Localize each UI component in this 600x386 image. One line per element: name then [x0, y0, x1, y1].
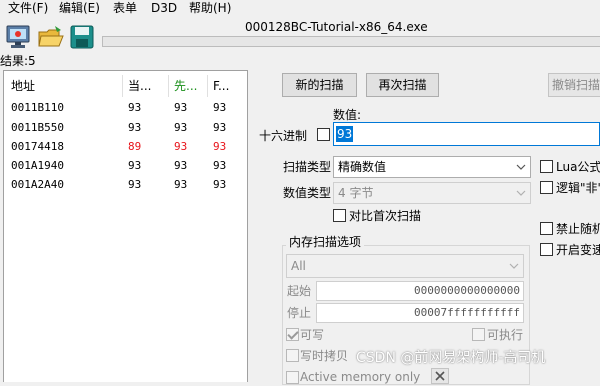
menu-bar: 文件(F) 编辑(E) 表单 D3D 帮助(H) [0, 0, 600, 16]
row-current: 93 [128, 159, 142, 172]
disable-random-checkbox[interactable] [540, 222, 553, 235]
value-type-label: 数值类型 [283, 186, 332, 200]
executable-checkbox[interactable] [472, 328, 485, 341]
value-type-value: 4 字节 [338, 186, 374, 200]
menu-edit[interactable]: 编辑(E) [57, 0, 102, 16]
hex-checkbox[interactable] [317, 128, 330, 141]
row-first: 93 [213, 140, 227, 153]
speedhack-label: 开启变速 [556, 243, 600, 257]
chevron-down-icon [516, 190, 526, 196]
undo-scan-button[interactable]: 撤销扫描 [548, 73, 600, 97]
memory-scan-options-title: 内存扫描选项 [286, 234, 365, 250]
row-first: 93 [213, 121, 227, 134]
logic-not-label: 逻辑"非" [556, 181, 600, 195]
menu-help[interactable]: 帮助(H) [187, 0, 233, 16]
new-scan-button[interactable]: 新的扫描 [282, 73, 357, 97]
memory-region-value: All [291, 259, 306, 273]
row-current: 93 [128, 121, 142, 134]
chevron-down-icon [509, 263, 519, 269]
start-address-value: 0000000000000000 [414, 284, 520, 297]
logic-not-checkbox[interactable] [540, 181, 553, 194]
save-disk-icon [70, 25, 94, 49]
hex-label: 十六进制 [259, 129, 308, 143]
column-address[interactable]: 地址 [11, 78, 35, 94]
select-process-button[interactable] [4, 24, 32, 50]
column-divider [207, 75, 208, 97]
executable-label: 可执行 [487, 328, 524, 342]
active-memory-checkbox[interactable] [286, 371, 299, 384]
row-current: 89 [128, 140, 142, 153]
menu-table[interactable]: 表单 [111, 0, 139, 16]
row-address: 0011B550 [11, 121, 64, 134]
lua-formula-checkbox[interactable] [540, 160, 553, 173]
disable-random-label: 禁止随机 [556, 222, 600, 236]
menu-d3d[interactable]: D3D [149, 0, 179, 16]
lua-formula-label: Lua公式 [556, 160, 600, 174]
menu-file[interactable]: 文件(F) [6, 0, 50, 16]
value-type-select[interactable]: 4 字节 [333, 182, 531, 204]
stop-address-label: 停止 [287, 306, 312, 320]
column-previous[interactable]: 先... [174, 78, 197, 94]
scan-type-value: 精确数值 [338, 160, 387, 174]
memory-region-select[interactable]: All [286, 254, 524, 278]
column-divider [122, 75, 123, 97]
writable-checkbox[interactable] [286, 328, 299, 341]
row-previous: 93 [174, 178, 188, 191]
column-current[interactable]: 当... [128, 78, 151, 94]
open-file-button[interactable] [37, 24, 65, 50]
copy-on-write-checkbox[interactable] [286, 349, 299, 362]
value-label: 数值: [333, 108, 362, 122]
result-row[interactable]: 001A1940 93 93 93 [4, 156, 247, 175]
row-first: 93 [213, 101, 227, 114]
row-first: 93 [213, 159, 227, 172]
speedhack-checkbox[interactable] [540, 243, 553, 256]
start-address-label: 起始 [287, 284, 312, 298]
row-address: 0011B110 [11, 101, 64, 114]
row-previous: 93 [174, 101, 188, 114]
scan-type-select[interactable]: 精确数值 [333, 156, 531, 178]
save-button[interactable] [68, 24, 96, 50]
row-previous: 93 [174, 159, 188, 172]
row-address: 00174418 [11, 140, 64, 153]
compare-first-label: 对比首次扫描 [349, 209, 422, 223]
row-previous: 93 [174, 140, 188, 153]
results-list[interactable]: 地址 当... 先... F... 0011B110 93 93 93 0011… [3, 70, 248, 382]
close-icon [435, 371, 445, 381]
scan-type-label: 扫描类型 [283, 160, 332, 174]
row-address: 001A1940 [11, 159, 64, 172]
column-first[interactable]: F... [213, 78, 229, 94]
stop-address-input[interactable]: 00007fffffffffff [316, 303, 524, 323]
compare-first-checkbox[interactable] [333, 209, 346, 222]
value-input[interactable]: 93 [333, 122, 600, 146]
stop-address-value: 00007fffffffffff [414, 306, 520, 319]
value-input-text: 93 [336, 126, 354, 142]
chevron-down-icon [516, 164, 526, 170]
copy-on-write-label: 写时拷贝 [300, 349, 349, 363]
row-current: 93 [128, 101, 142, 114]
open-folder-icon [38, 26, 64, 47]
computer-icon [6, 25, 30, 48]
writable-label: 可写 [300, 328, 325, 342]
active-memory-label: Active memory only [300, 370, 421, 384]
result-row[interactable]: 0011B550 93 93 93 [4, 118, 247, 137]
process-title: 000128BC-Tutorial-x86_64.exe [245, 20, 428, 34]
row-address: 001A2A40 [11, 178, 64, 191]
row-first: 93 [213, 178, 227, 191]
scan-progress-bar [102, 36, 600, 47]
column-divider [168, 75, 169, 97]
result-row[interactable]: 00174418 89 93 93 [4, 137, 247, 156]
row-current: 93 [128, 178, 142, 191]
result-row[interactable]: 001A2A40 93 93 93 [4, 175, 247, 194]
watermark: CSDN @前网易架构师-高司机 [356, 350, 546, 366]
result-row[interactable]: 0011B110 93 93 93 [4, 98, 247, 117]
start-address-input[interactable]: 0000000000000000 [316, 281, 524, 301]
next-scan-button[interactable]: 再次扫描 [366, 73, 439, 97]
results-count: 结果:5 [0, 54, 36, 68]
row-previous: 93 [174, 121, 188, 134]
